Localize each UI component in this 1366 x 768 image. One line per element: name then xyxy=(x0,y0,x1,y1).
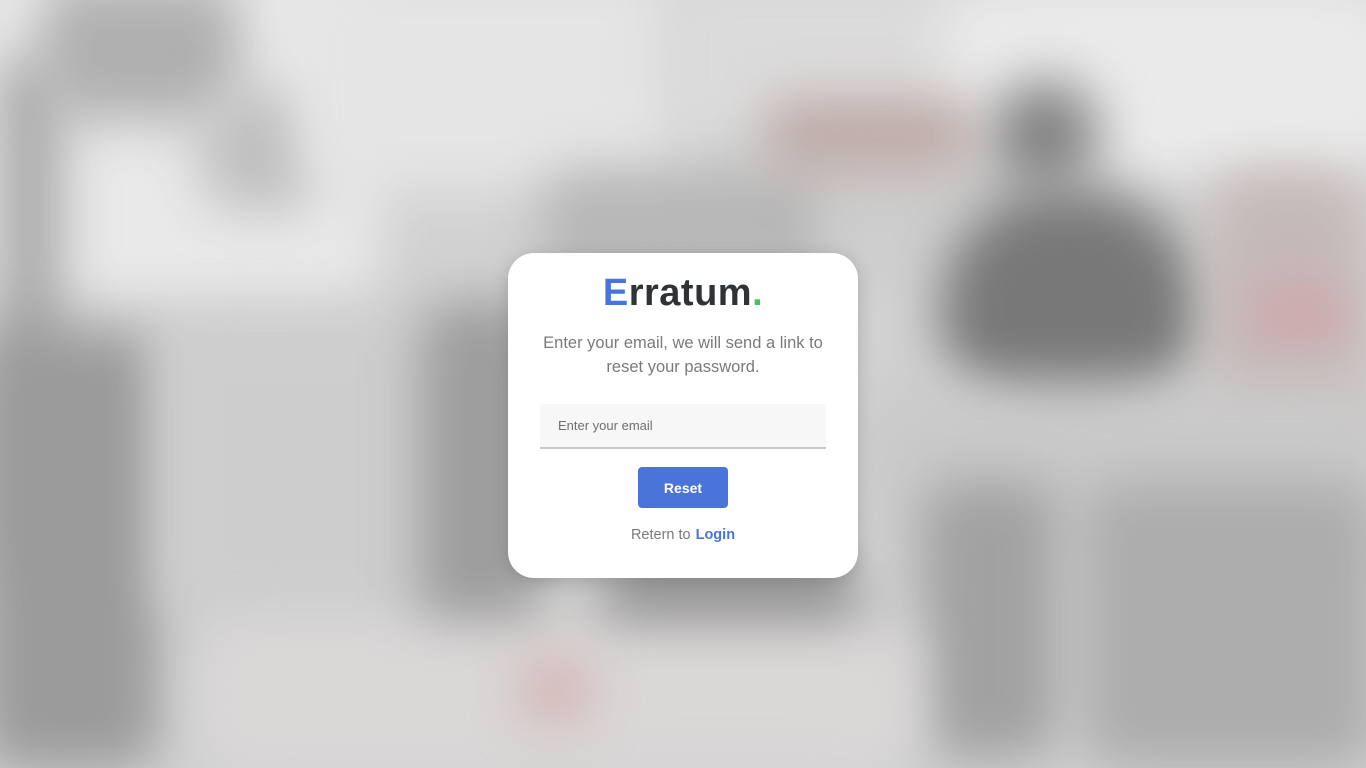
brand-dot: . xyxy=(752,272,764,314)
email-input[interactable] xyxy=(540,404,826,449)
reset-button[interactable]: Reset xyxy=(638,467,728,508)
return-prefix-text: Retern to xyxy=(630,527,691,543)
reset-password-card: Erratum. Enter your email, we will send … xyxy=(508,253,858,578)
instruction-text: Enter your email, we will send a link to… xyxy=(543,334,823,376)
brand-logo: Erratum. xyxy=(508,267,858,319)
brand-first-letter: E xyxy=(602,272,629,314)
return-to-login-line: Retern to Login xyxy=(508,527,858,543)
login-link[interactable]: Login xyxy=(696,527,735,543)
brand-name-rest: rratum xyxy=(628,272,753,314)
